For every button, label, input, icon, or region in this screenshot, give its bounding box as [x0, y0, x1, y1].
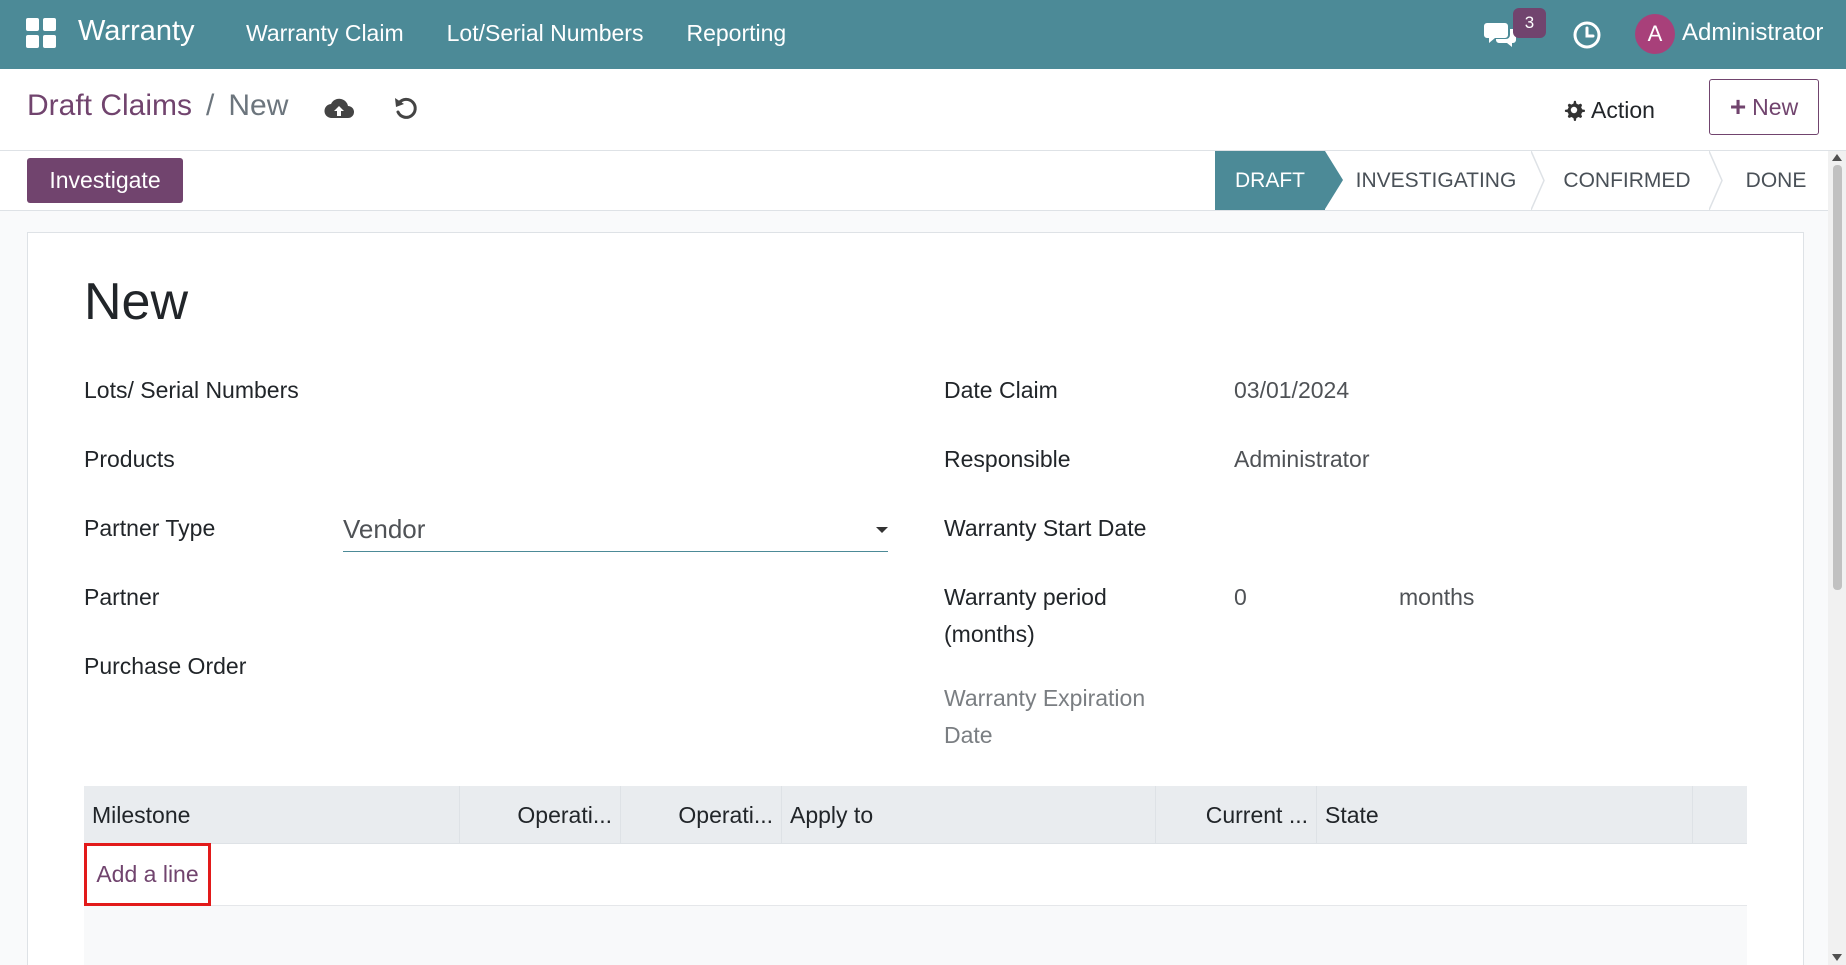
milestone-table-footer [84, 906, 1747, 965]
apps-grid-icon[interactable] [26, 18, 58, 50]
stage-pipeline: DRAFT INVESTIGATING CONFIRMED DONE [1215, 151, 1829, 210]
undo-icon[interactable] [393, 94, 419, 122]
top-navbar: Warranty Warranty Claim Lot/Serial Numbe… [0, 0, 1846, 69]
column-current[interactable]: Current ... [1155, 786, 1316, 844]
menu-reporting[interactable]: Reporting [686, 20, 786, 47]
menu-warranty-claim[interactable]: Warranty Claim [246, 20, 404, 47]
partner-type-select[interactable]: Vendor [343, 508, 888, 552]
responsible-label: Responsible [944, 446, 1071, 472]
breadcrumb: Draft Claims / New [27, 89, 288, 123]
cloud-upload-icon[interactable] [324, 96, 354, 122]
column-operation-2[interactable]: Operati... [620, 786, 781, 844]
stage-confirmed[interactable]: CONFIRMED [1533, 151, 1723, 210]
breadcrumb-separator: / [206, 89, 215, 122]
warranty-start-date-label: Warranty Start Date [944, 515, 1147, 541]
new-button-label: New [1752, 93, 1799, 120]
column-operation-1[interactable]: Operati... [459, 786, 620, 844]
partner-type-value: Vendor [343, 514, 426, 544]
lots-serial-label: Lots/ Serial Numbers [84, 377, 299, 403]
responsible-field[interactable]: Administrator [1234, 446, 1369, 473]
plus-icon: + [1729, 91, 1747, 122]
breadcrumb-draft-claims[interactable]: Draft Claims [27, 89, 192, 123]
column-milestone[interactable]: Milestone [84, 786, 459, 844]
record-title[interactable]: New [84, 272, 188, 332]
warranty-period-field[interactable]: 0 [1234, 584, 1247, 611]
clock-icon[interactable] [1572, 20, 1602, 50]
partner-label: Partner [84, 584, 160, 610]
column-apply-to[interactable]: Apply to [781, 786, 1155, 844]
warranty-period-label-unit: (months) [944, 621, 1035, 647]
column-state[interactable]: State [1316, 786, 1692, 844]
stage-investigating-label: INVESTIGATING [1355, 168, 1517, 192]
user-menu[interactable]: Administrator [1682, 19, 1823, 47]
main-menu: Warranty Claim Lot/Serial Numbers Report… [246, 20, 829, 47]
stage-arrow-icon [1531, 151, 1545, 210]
message-count-badge: 3 [1513, 8, 1546, 38]
breadcrumb-current: New [228, 89, 289, 122]
partner-type-label: Partner Type [84, 515, 216, 541]
menu-lot-serial-numbers[interactable]: Lot/Serial Numbers [447, 20, 644, 47]
stage-confirmed-label: CONFIRMED [1563, 168, 1691, 192]
stage-draft[interactable]: DRAFT [1215, 151, 1343, 210]
app-brand[interactable]: Warranty [78, 15, 195, 48]
warranty-period-unit: months [1399, 584, 1475, 610]
scroll-down-arrow-icon[interactable] [1832, 954, 1842, 961]
warranty-period-label: Warranty period [944, 584, 1107, 610]
scroll-up-arrow-icon[interactable] [1832, 154, 1842, 161]
warranty-expiration-label-cont: Date [944, 722, 993, 748]
investigate-button[interactable]: Investigate [27, 158, 183, 203]
products-label: Products [84, 446, 175, 472]
add-line-row [84, 844, 1747, 906]
gear-icon [1564, 100, 1585, 121]
add-a-line-link[interactable]: Add a line [84, 843, 211, 906]
warranty-expiration-label: Warranty Expiration [944, 685, 1146, 711]
control-panel: Draft Claims / New Action + New [0, 69, 1846, 151]
purchase-order-label: Purchase Order [84, 653, 247, 679]
chevron-down-icon [876, 527, 888, 533]
action-menu-button[interactable]: Action [1563, 92, 1655, 128]
vertical-scrollbar[interactable] [1828, 151, 1846, 965]
avatar[interactable]: A [1635, 14, 1675, 54]
date-claim-field[interactable]: 03/01/2024 [1234, 377, 1349, 404]
date-claim-label: Date Claim [944, 377, 1058, 403]
stage-investigating[interactable]: INVESTIGATING [1325, 151, 1545, 210]
stage-arrow-icon [1709, 151, 1723, 210]
milestone-table-header: Milestone Operati... Operati... Apply to… [84, 786, 1747, 844]
status-bar: Investigate DRAFT INVESTIGATING CONFIRME… [0, 151, 1829, 211]
new-record-button[interactable]: + New [1709, 79, 1819, 135]
scroll-thumb[interactable] [1833, 165, 1842, 590]
action-label: Action [1591, 96, 1655, 123]
stage-done[interactable]: DONE [1711, 151, 1829, 210]
column-optional-toggle[interactable] [1692, 786, 1747, 844]
